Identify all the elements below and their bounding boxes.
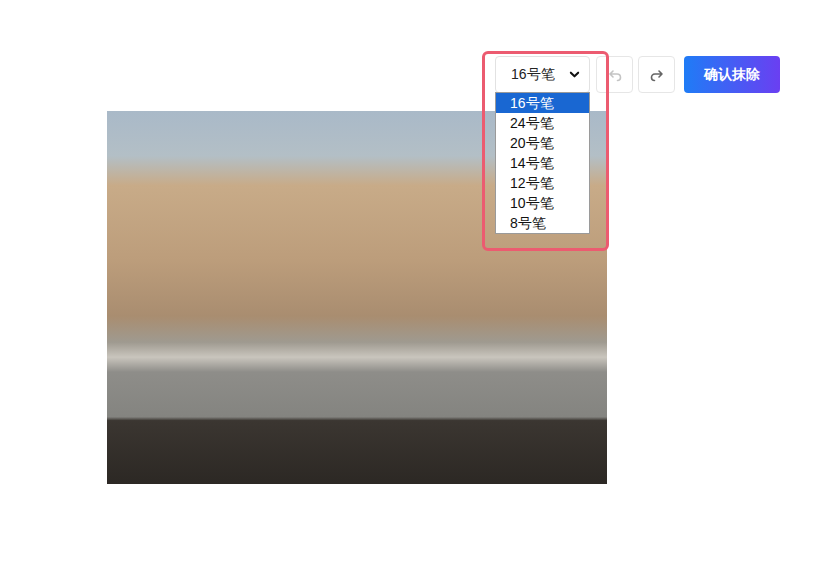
brush-size-option[interactable]: 16号笔: [496, 93, 589, 113]
brush-size-select[interactable]: 16号笔: [495, 56, 590, 93]
brush-size-dropdown: 16号笔16号笔24号笔20号笔14号笔12号笔10号笔8号笔: [495, 56, 590, 93]
undo-arrow-icon: [608, 68, 622, 82]
chevron-down-icon: [569, 69, 580, 80]
brush-size-option[interactable]: 12号笔: [496, 173, 589, 193]
redo-arrow-icon: [650, 68, 664, 82]
brush-size-option[interactable]: 14号笔: [496, 153, 589, 173]
brush-size-option[interactable]: 8号笔: [496, 213, 589, 233]
brush-size-options: 16号笔24号笔20号笔14号笔12号笔10号笔8号笔: [495, 92, 590, 234]
toolbar: 16号笔16号笔24号笔20号笔14号笔12号笔10号笔8号笔 确认抹除: [0, 56, 817, 93]
brush-size-option[interactable]: 24号笔: [496, 113, 589, 133]
confirm-erase-button[interactable]: 确认抹除: [684, 56, 780, 93]
redo-button[interactable]: [638, 56, 675, 93]
undo-button[interactable]: [596, 56, 633, 93]
brush-size-option[interactable]: 10号笔: [496, 193, 589, 213]
select-value: 16号笔: [511, 64, 555, 85]
brush-size-option[interactable]: 20号笔: [496, 133, 589, 153]
